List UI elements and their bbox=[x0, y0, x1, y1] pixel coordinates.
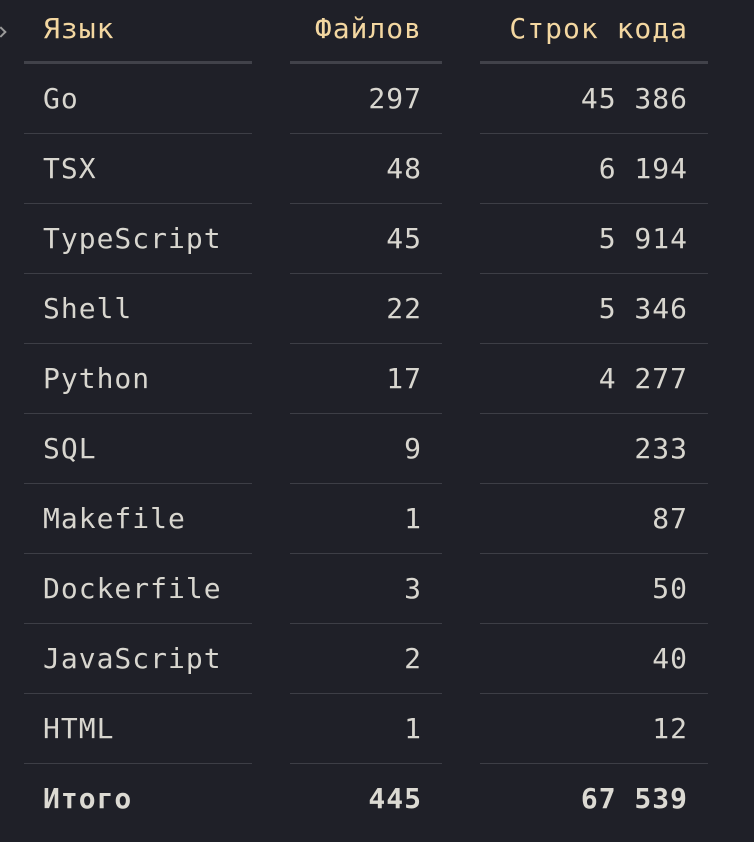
table-row: Python 17 4 277 bbox=[0, 344, 754, 414]
cell-files: 17 bbox=[290, 344, 442, 414]
cell-lines: 40 bbox=[480, 624, 708, 694]
table-row: Makefile 1 87 bbox=[0, 484, 754, 554]
table-total-row: Итого 445 67 539 bbox=[0, 764, 754, 834]
table-row: Shell 22 5 346 bbox=[0, 274, 754, 344]
cell-language: TSX bbox=[24, 134, 252, 204]
cell-language: Dockerfile bbox=[24, 554, 252, 624]
table-header-row: Язык Файлов Строк кода bbox=[0, 0, 754, 70]
cell-files: 22 bbox=[290, 274, 442, 344]
cell-lines: 5 346 bbox=[480, 274, 708, 344]
cell-language: Shell bbox=[24, 274, 252, 344]
cell-lines: 87 bbox=[480, 484, 708, 554]
cell-lines: 5 914 bbox=[480, 204, 708, 274]
cell-language: HTML bbox=[24, 694, 252, 764]
cell-lines: 45 386 bbox=[480, 64, 708, 134]
table-row: TypeScript 45 5 914 bbox=[0, 204, 754, 274]
cell-language: Makefile bbox=[24, 484, 252, 554]
cell-files: 48 bbox=[290, 134, 442, 204]
cell-lines: 12 bbox=[480, 694, 708, 764]
table-row: TSX 48 6 194 bbox=[0, 134, 754, 204]
cell-lines: 6 194 bbox=[480, 134, 708, 204]
cell-language: JavaScript bbox=[24, 624, 252, 694]
header-language: Язык bbox=[24, 0, 252, 64]
total-label: Итого bbox=[43, 782, 133, 815]
cell-language: Python bbox=[24, 344, 252, 414]
table-row: SQL 9 233 bbox=[0, 414, 754, 484]
table-row: HTML 1 12 bbox=[0, 694, 754, 764]
cell-language: Go bbox=[24, 64, 252, 134]
header-files: Файлов bbox=[290, 0, 442, 64]
cell-language: SQL bbox=[24, 414, 252, 484]
cell-files: 297 bbox=[290, 64, 442, 134]
code-stats-view: Язык Файлов Строк кода Go 297 45 386 TSX… bbox=[0, 0, 754, 842]
cell-files: 2 bbox=[290, 624, 442, 694]
cell-language: TypeScript bbox=[24, 204, 252, 274]
total-lines: 67 539 bbox=[580, 782, 688, 815]
cell-files: 45 bbox=[290, 204, 442, 274]
cell-files: 3 bbox=[290, 554, 442, 624]
cell-lines: 4 277 bbox=[480, 344, 708, 414]
cell-lines: 50 bbox=[480, 554, 708, 624]
cell-files: 9 bbox=[290, 414, 442, 484]
cell-files: 1 bbox=[290, 694, 442, 764]
table-row: Dockerfile 3 50 bbox=[0, 554, 754, 624]
header-lines: Строк кода bbox=[480, 0, 708, 64]
cell-files: 1 bbox=[290, 484, 442, 554]
table-row: Go 297 45 386 bbox=[0, 64, 754, 134]
table-row: JavaScript 2 40 bbox=[0, 624, 754, 694]
cell-lines: 233 bbox=[480, 414, 708, 484]
total-files: 445 bbox=[368, 782, 422, 815]
